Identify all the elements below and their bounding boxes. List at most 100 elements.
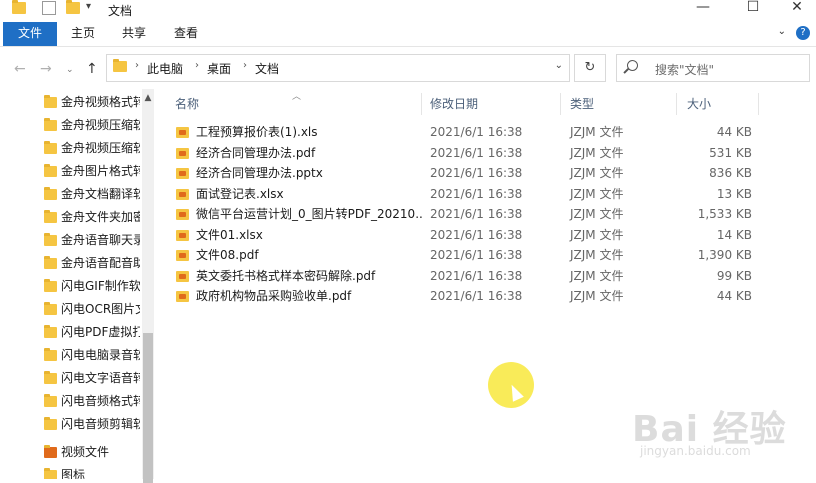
window-title: 文档 [108,4,133,18]
folder-icon [44,325,57,338]
tab-view[interactable]: 查看 [169,22,203,46]
back-arrow-icon[interactable]: ← [14,61,26,77]
expand-ribbon-icon[interactable]: ⌄ [778,26,786,37]
sidebar-item[interactable]: 金舟视频压缩软 [40,137,140,159]
maximize-button[interactable]: ☐ [730,0,776,18]
tab-home[interactable]: 主页 [66,22,100,46]
column-divider[interactable] [560,93,561,115]
sidebar-item[interactable]: 闪电音频格式转 [40,390,140,412]
column-header-type[interactable]: 类型 [570,95,594,112]
sidebar-scrollbar[interactable]: ▲ [142,89,154,483]
sidebar-item[interactable]: 金舟语音配音助 [40,252,140,274]
column-header-size[interactable]: 大小 [687,95,711,112]
sidebar-item[interactable]: 闪电音频剪辑软 [40,413,140,435]
scroll-up-arrow-icon[interactable]: ▲ [142,93,154,103]
up-arrow-icon[interactable]: ↑ [86,61,98,77]
file-date: 2021/6/1 16:38 [430,125,523,139]
column-divider[interactable] [421,93,422,115]
column-divider[interactable] [676,93,677,115]
file-row[interactable]: 微信平台运营计划_0_图片转PDF_20210... 2021/6/1 16:3… [172,204,772,224]
file-name: 工程预算报价表(1).xls [196,125,318,139]
file-row[interactable]: 文件08.pdf 2021/6/1 16:38 JZJM 文件 1,390 KB [172,245,772,265]
file-size: 14 KB [716,228,752,242]
file-name: 文件08.pdf [196,248,259,262]
folder-icon [44,95,57,108]
sidebar-item[interactable]: 闪电PDF虚拟打 [40,321,140,343]
breadcrumb-documents[interactable]: 文档 [255,60,279,77]
column-header-name[interactable]: 名称 [175,95,199,112]
file-type: JZJM 文件 [570,269,624,283]
file-row[interactable]: 面试登记表.xlsx 2021/6/1 16:38 JZJM 文件 13 KB [172,184,772,204]
column-divider[interactable] [758,93,759,115]
file-icon [176,291,189,302]
search-icon [627,60,638,71]
file-type: JZJM 文件 [570,125,624,139]
search-input[interactable]: 搜索"文档" [616,54,810,82]
close-button[interactable]: ✕ [774,0,816,18]
folder-icon [12,0,26,14]
tab-share[interactable]: 共享 [117,22,151,46]
sidebar-item[interactable]: 闪电文字语音转 [40,367,140,389]
sidebar-item[interactable]: 金舟语音聊天录 [40,229,140,251]
sidebar-item[interactable]: 闪电OCR图片文 [40,298,140,320]
chevron-right-icon[interactable]: › [243,60,247,71]
file-row[interactable]: 经济合同管理办法.pdf 2021/6/1 16:38 JZJM 文件 531 … [172,143,772,163]
address-dropdown-icon[interactable]: ⌄ [555,60,563,71]
sidebar-item[interactable]: 金舟视频格式转 [40,91,140,113]
file-date: 2021/6/1 16:38 [430,207,523,221]
file-size: 99 KB [716,269,752,283]
breadcrumb-this-pc[interactable]: 此电脑 [147,60,183,77]
folder-icon [44,141,57,154]
sort-ascending-icon: ︿ [292,92,302,102]
file-row[interactable]: 经济合同管理办法.pptx 2021/6/1 16:38 JZJM 文件 836… [172,163,772,183]
file-name: 面试登记表.xlsx [196,187,284,201]
help-button[interactable]: ? [796,26,810,40]
file-size: 44 KB [716,125,752,139]
folder-icon [44,371,57,384]
file-date: 2021/6/1 16:38 [430,166,523,180]
file-size: 836 KB [709,166,752,180]
sidebar-item[interactable]: 闪电电脑录音软 [40,344,140,366]
file-name: 文件01.xlsx [196,228,263,242]
file-date: 2021/6/1 16:38 [430,228,523,242]
file-date: 2021/6/1 16:38 [430,289,523,303]
quick-access-dropdown-icon[interactable]: ▾ [86,1,91,12]
search-placeholder: 搜索"文档" [655,63,715,77]
recent-locations-icon[interactable]: ⌄ [66,65,74,75]
file-row[interactable]: 英文委托书格式样本密码解除.pdf 2021/6/1 16:38 JZJM 文件… [172,266,772,286]
file-name: 政府机构物品采购验收单.pdf [196,289,352,303]
breadcrumb-desktop[interactable]: 桌面 [207,60,231,77]
watermark-url: jingyan.baidu.com [640,444,751,458]
sidebar-item[interactable]: 图标 [40,464,140,479]
column-header-date[interactable]: 修改日期 [430,95,478,112]
chevron-right-icon[interactable]: › [135,60,139,71]
file-type: JZJM 文件 [570,146,624,160]
address-bar[interactable]: › 此电脑 › 桌面 › 文档 ⌄ [106,54,570,82]
file-size: 13 KB [716,187,752,201]
sidebar-item[interactable]: 金舟文件夹加密 [40,206,140,228]
title-bar: ▾ 文档 — ☐ ✕ [0,0,816,22]
folder-icon [44,394,57,407]
refresh-button[interactable]: ↻ [574,54,606,82]
video-folder-icon [44,445,57,458]
file-date: 2021/6/1 16:38 [430,269,523,283]
file-name: 经济合同管理办法.pdf [196,146,316,160]
new-folder-icon[interactable] [66,0,80,14]
sidebar-item[interactable]: 金舟图片格式转 [40,160,140,182]
minimize-button[interactable]: — [680,0,726,18]
chevron-right-icon[interactable]: › [195,60,199,71]
file-icon [176,127,189,138]
forward-arrow-icon[interactable]: → [40,61,52,77]
sidebar-item[interactable]: 金舟视频压缩软 [40,114,140,136]
tab-file[interactable]: 文件 [3,22,57,46]
file-size: 1,390 KB [697,248,752,262]
sidebar-item-videos[interactable]: 视频文件 [40,441,140,463]
properties-icon[interactable] [42,1,56,15]
scrollbar-thumb[interactable] [143,333,153,483]
file-row[interactable]: 政府机构物品采购验收单.pdf 2021/6/1 16:38 JZJM 文件 4… [172,286,772,306]
sidebar-item[interactable]: 金舟文档翻译软 [40,183,140,205]
file-row[interactable]: 工程预算报价表(1).xls 2021/6/1 16:38 JZJM 文件 44… [172,122,772,142]
sidebar-item[interactable]: 闪电GIF制作软 [40,275,140,297]
file-row[interactable]: 文件01.xlsx 2021/6/1 16:38 JZJM 文件 14 KB [172,225,772,245]
navigation-pane: 金舟视频格式转 金舟视频压缩软 金舟视频压缩软 金舟图片格式转 金舟文档翻译软 … [0,89,154,479]
